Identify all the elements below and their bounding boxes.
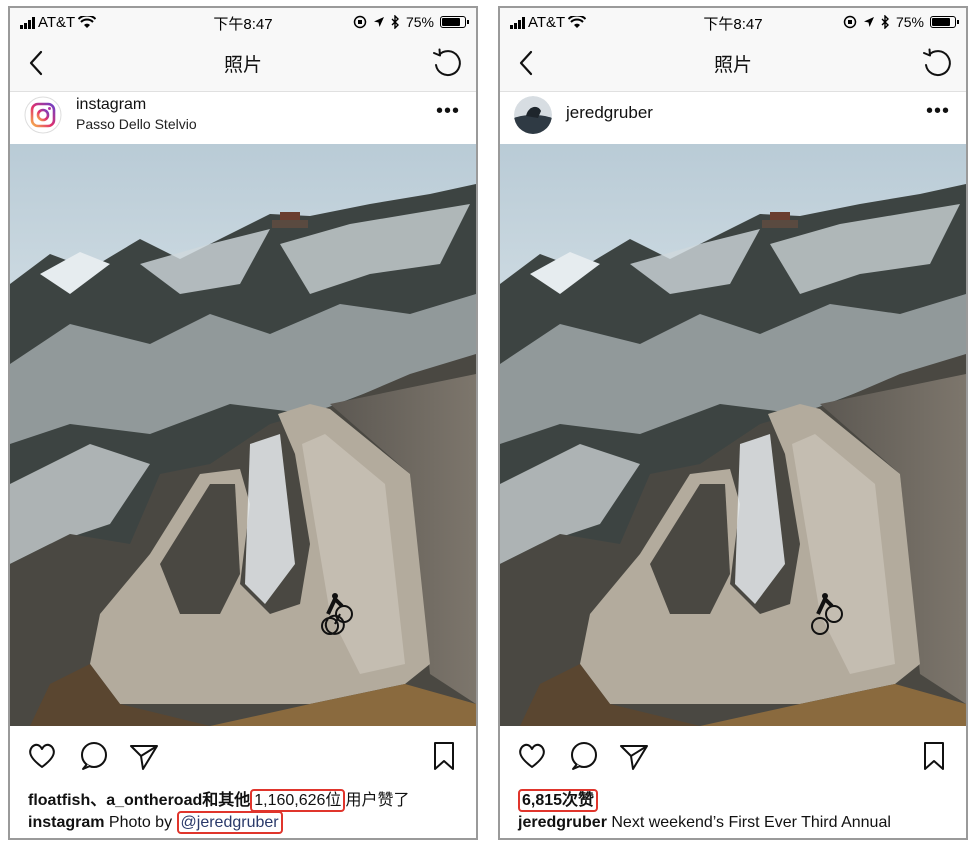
bookmark-icon[interactable] (918, 740, 950, 772)
post-photo[interactable] (10, 144, 476, 726)
battery-icon (930, 16, 959, 28)
page-title: 照片 (223, 55, 262, 76)
heart-icon[interactable] (26, 740, 58, 772)
bookmark-icon[interactable] (428, 740, 460, 772)
phone-screenshot-right: AT&T 下午8:47 75% 照片 jeredgruber ••• 6,815… (498, 6, 968, 840)
caption: instagram Photo by @jeredgruber (28, 811, 283, 834)
post-header: jeredgruber ••• (500, 92, 966, 144)
location-icon (863, 17, 874, 27)
profile-photo-icon (514, 96, 552, 134)
nav-bar: 照片 (10, 36, 476, 92)
caption-mention[interactable]: @jeredgruber (176, 811, 283, 834)
share-icon[interactable] (128, 740, 160, 772)
comment-icon[interactable] (568, 740, 600, 772)
post-location[interactable]: Passo Dello Stelvio (76, 116, 197, 132)
orientation-lock-icon (843, 15, 857, 29)
location-icon (373, 17, 384, 27)
avatar-jeredgruber[interactable] (514, 96, 552, 134)
post-username[interactable]: jeredgruber (566, 103, 653, 123)
refresh-icon[interactable] (430, 46, 464, 80)
more-icon[interactable]: ••• (436, 100, 460, 123)
post-actions (500, 738, 966, 778)
battery-percent: 75% (895, 14, 924, 30)
post-photo[interactable] (500, 144, 966, 726)
more-icon[interactable]: ••• (926, 100, 950, 123)
battery-icon (440, 16, 469, 28)
battery-percent: 75% (405, 14, 434, 30)
likes-summary[interactable]: floatfish、a_ontheroad和其他 1,160,626位 用户赞了 (28, 786, 410, 812)
comment-icon[interactable] (78, 740, 110, 772)
bluetooth-icon (881, 15, 889, 29)
page-title: 照片 (713, 55, 752, 76)
nav-bar: 照片 (500, 36, 966, 92)
caption-text: Photo by (104, 814, 177, 831)
caption-username[interactable]: instagram (28, 814, 104, 831)
caption-username[interactable]: jeredgruber (518, 814, 607, 831)
status-bar: AT&T 下午8:47 75% (10, 8, 476, 36)
likes-users[interactable]: floatfish、a_ontheroad和其他 (28, 792, 250, 809)
caption: jeredgruber Next weekend’s First Ever Th… (518, 814, 891, 832)
likes-count-highlight: 1,160,626位 (250, 789, 346, 812)
avatar-instagram[interactable] (24, 96, 62, 134)
phone-screenshot-left: AT&T 下午8:47 75% 照片 instagram Passo Dello… (8, 6, 478, 840)
bluetooth-icon (391, 15, 399, 29)
share-icon[interactable] (618, 740, 650, 772)
likes-count-highlight[interactable]: 6,815次赞 (518, 789, 599, 812)
likes-summary[interactable]: 6,815次赞 (518, 786, 599, 812)
instagram-logo-icon (24, 96, 62, 134)
heart-icon[interactable] (516, 740, 548, 772)
orientation-lock-icon (353, 15, 367, 29)
post-header: instagram Passo Dello Stelvio ••• (10, 92, 476, 144)
status-bar: AT&T 下午8:47 75% (500, 8, 966, 36)
post-actions (10, 738, 476, 778)
caption-text: Next weekend’s First Ever Third Annual (606, 814, 891, 831)
likes-suffix: 用户赞了 (345, 792, 410, 809)
refresh-icon[interactable] (920, 46, 954, 80)
post-username[interactable]: instagram (76, 96, 146, 114)
